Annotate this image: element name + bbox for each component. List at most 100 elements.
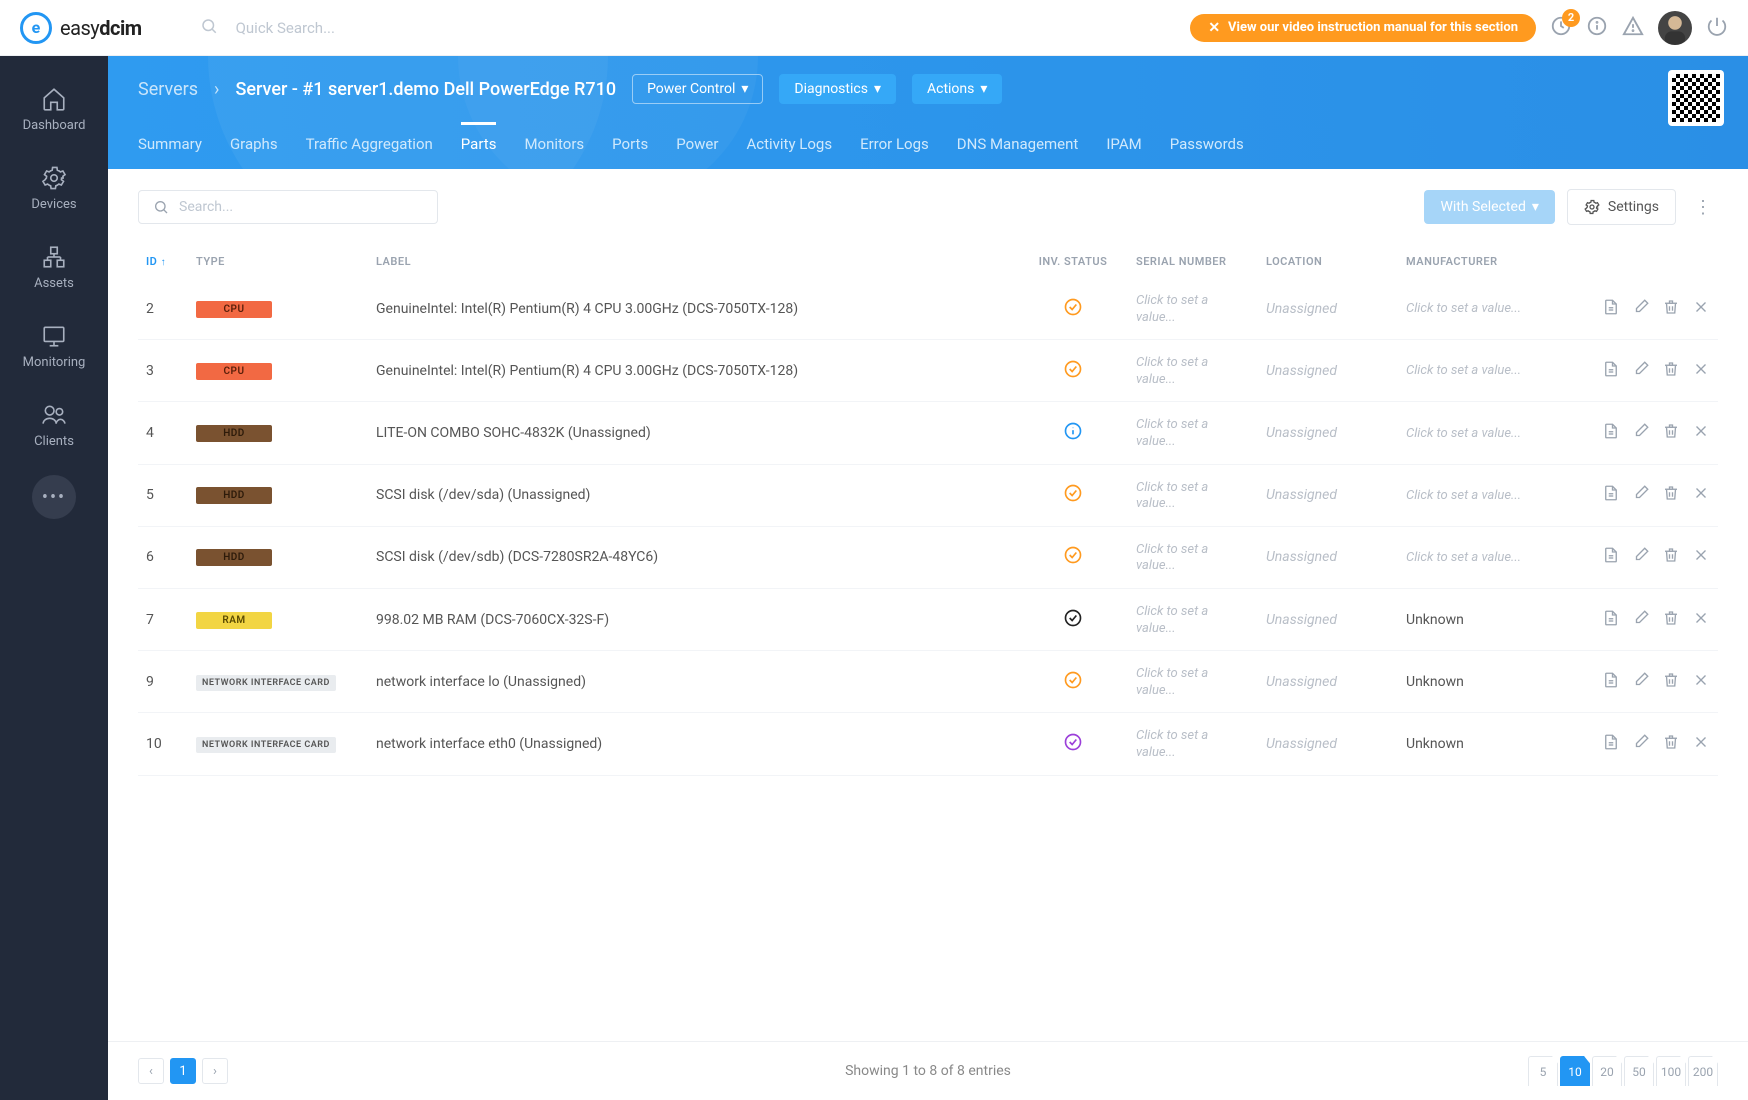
- tab-graphs[interactable]: Graphs: [230, 122, 278, 169]
- page-size-100[interactable]: 100: [1656, 1056, 1686, 1086]
- tab-traffic-aggregation[interactable]: Traffic Aggregation: [306, 122, 433, 169]
- tab-dns-management[interactable]: DNS Management: [957, 122, 1079, 169]
- close-icon[interactable]: [1692, 484, 1710, 506]
- close-icon[interactable]: [1692, 733, 1710, 755]
- tab-ports[interactable]: Ports: [612, 122, 648, 169]
- clock-icon[interactable]: 2: [1550, 15, 1572, 41]
- serial-placeholder[interactable]: Click to set a value...: [1136, 542, 1208, 574]
- trash-icon[interactable]: [1662, 484, 1680, 506]
- serial-placeholder[interactable]: Click to set a value...: [1136, 417, 1208, 449]
- table-search[interactable]: [138, 190, 438, 224]
- manufacturer-placeholder[interactable]: Click to set a value...: [1406, 426, 1521, 441]
- trash-icon[interactable]: [1662, 733, 1680, 755]
- avatar[interactable]: [1658, 11, 1692, 45]
- page-next-button[interactable]: ›: [202, 1058, 228, 1084]
- edit-icon[interactable]: [1632, 671, 1650, 693]
- close-icon[interactable]: ✕: [1208, 20, 1220, 36]
- more-icon[interactable]: ⋮: [1688, 197, 1718, 218]
- sidebar-item-clients[interactable]: Clients: [0, 388, 108, 463]
- page-prev-button[interactable]: ‹: [138, 1058, 164, 1084]
- serial-placeholder[interactable]: Click to set a value...: [1136, 728, 1208, 760]
- document-icon[interactable]: [1602, 733, 1620, 755]
- trash-icon[interactable]: [1662, 546, 1680, 568]
- logo[interactable]: e easydcim: [20, 12, 142, 44]
- settings-button[interactable]: Settings: [1567, 189, 1676, 225]
- tab-activity-logs[interactable]: Activity Logs: [746, 122, 832, 169]
- edit-icon[interactable]: [1632, 298, 1650, 320]
- with-selected-button[interactable]: With Selected ▾: [1424, 190, 1554, 224]
- serial-placeholder[interactable]: Click to set a value...: [1136, 355, 1208, 387]
- sidebar-item-assets[interactable]: Assets: [0, 230, 108, 305]
- page-size-20[interactable]: 20: [1592, 1056, 1622, 1086]
- close-icon[interactable]: [1692, 298, 1710, 320]
- tab-error-logs[interactable]: Error Logs: [860, 122, 929, 169]
- trash-icon[interactable]: [1662, 360, 1680, 382]
- qr-code[interactable]: [1668, 70, 1724, 126]
- edit-icon[interactable]: [1632, 484, 1650, 506]
- table-search-input[interactable]: [179, 199, 423, 215]
- col-serial[interactable]: SERIAL NUMBER: [1128, 245, 1258, 278]
- diagnostics-button[interactable]: Diagnostics ▾: [779, 74, 896, 104]
- col-type[interactable]: TYPE: [188, 245, 368, 278]
- serial-placeholder[interactable]: Click to set a value...: [1136, 604, 1208, 636]
- alert-icon[interactable]: [1622, 15, 1644, 41]
- quick-search-input[interactable]: [236, 19, 436, 37]
- trash-icon[interactable]: [1662, 298, 1680, 320]
- document-icon[interactable]: [1602, 422, 1620, 444]
- col-id[interactable]: ID ↑: [138, 245, 188, 278]
- tab-passwords[interactable]: Passwords: [1170, 122, 1244, 169]
- document-icon[interactable]: [1602, 546, 1620, 568]
- col-inv-status[interactable]: INV. STATUS: [1018, 245, 1128, 278]
- document-icon[interactable]: [1602, 484, 1620, 506]
- edit-icon[interactable]: [1632, 360, 1650, 382]
- tab-monitors[interactable]: Monitors: [524, 122, 584, 169]
- document-icon[interactable]: [1602, 671, 1620, 693]
- document-icon[interactable]: [1602, 609, 1620, 631]
- tab-summary[interactable]: Summary: [138, 122, 202, 169]
- col-manufacturer[interactable]: MANUFACTURER: [1398, 245, 1558, 278]
- close-icon[interactable]: [1692, 422, 1710, 444]
- power-control-button[interactable]: Power Control ▾: [632, 74, 763, 104]
- sidebar-item-dashboard[interactable]: Dashboard: [0, 72, 108, 147]
- tab-parts[interactable]: Parts: [461, 122, 497, 169]
- close-icon[interactable]: [1692, 546, 1710, 568]
- page-size-50[interactable]: 50: [1624, 1056, 1654, 1086]
- edit-icon[interactable]: [1632, 422, 1650, 444]
- page-size-10[interactable]: 10: [1560, 1056, 1590, 1086]
- sidebar-item-monitoring[interactable]: Monitoring: [0, 309, 108, 384]
- video-banner[interactable]: ✕ View our video instruction manual for …: [1190, 14, 1536, 42]
- serial-placeholder[interactable]: Click to set a value...: [1136, 293, 1208, 325]
- manufacturer-placeholder[interactable]: Click to set a value...: [1406, 301, 1521, 316]
- edit-icon[interactable]: [1632, 733, 1650, 755]
- close-icon[interactable]: [1692, 360, 1710, 382]
- manufacturer-placeholder[interactable]: Click to set a value...: [1406, 550, 1521, 565]
- close-icon[interactable]: [1692, 609, 1710, 631]
- trash-icon[interactable]: [1662, 609, 1680, 631]
- tab-power[interactable]: Power: [676, 122, 718, 169]
- page-number[interactable]: 1: [170, 1058, 196, 1084]
- cell-label: network interface eth0 (Unassigned): [368, 713, 1018, 775]
- sidebar-more-button[interactable]: •••: [32, 475, 76, 519]
- document-icon[interactable]: [1602, 360, 1620, 382]
- breadcrumb-root[interactable]: Servers: [138, 79, 198, 100]
- page-size-5[interactable]: 5: [1528, 1056, 1558, 1086]
- serial-placeholder[interactable]: Click to set a value...: [1136, 666, 1208, 698]
- edit-icon[interactable]: [1632, 546, 1650, 568]
- document-icon[interactable]: [1602, 298, 1620, 320]
- edit-icon[interactable]: [1632, 609, 1650, 631]
- trash-icon[interactable]: [1662, 422, 1680, 444]
- sidebar-item-devices[interactable]: Devices: [0, 151, 108, 226]
- col-location[interactable]: LOCATION: [1258, 245, 1398, 278]
- manufacturer-placeholder[interactable]: Click to set a value...: [1406, 488, 1521, 503]
- trash-icon[interactable]: [1662, 671, 1680, 693]
- power-icon[interactable]: [1706, 15, 1728, 41]
- info-icon[interactable]: [1586, 15, 1608, 41]
- col-label[interactable]: LABEL: [368, 245, 1018, 278]
- actions-button[interactable]: Actions ▾: [912, 74, 1002, 104]
- page-size-200[interactable]: 200: [1688, 1056, 1718, 1086]
- serial-placeholder[interactable]: Click to set a value...: [1136, 480, 1208, 512]
- manufacturer-placeholder[interactable]: Click to set a value...: [1406, 363, 1521, 378]
- tab-ipam[interactable]: IPAM: [1106, 122, 1141, 169]
- status-icon: [1063, 732, 1083, 752]
- close-icon[interactable]: [1692, 671, 1710, 693]
